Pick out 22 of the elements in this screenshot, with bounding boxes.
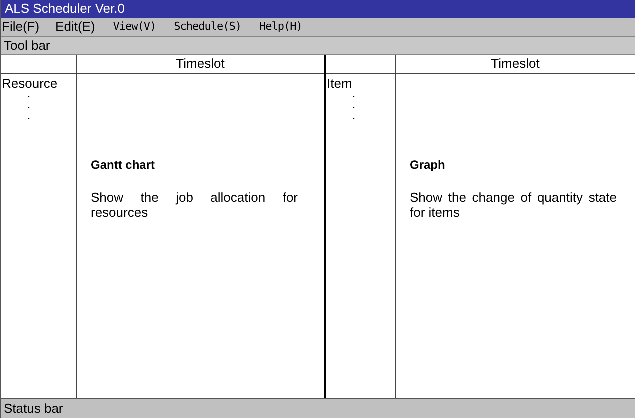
menu-item[interactable]: View(V) [111,18,156,36]
ellipsis-dot: · [351,91,357,102]
column-header: Timeslot [396,55,635,74]
row-label: Item [327,76,354,91]
pane-description: Show the job allocation for resources [91,190,298,220]
pane-title: Gantt chart [91,158,156,172]
ellipsis-dot: · [26,91,32,102]
ellipsis-dot: · [351,113,357,124]
ellipsis-dot: · [26,113,32,124]
window-title: ALS Scheduler Ver.0 [1,0,635,18]
pane-title: Graph [410,158,446,172]
menu-item[interactable]: File(F) [1,18,40,36]
menu-item[interactable]: Help(H) [258,18,302,36]
status-text: Status bar [4,401,64,416]
row-label: Resource [2,76,59,91]
menu-item[interactable]: Edit(E) [54,18,96,36]
toolbar-label: Tool bar [4,38,50,53]
pane-description: Show the change of quantity state for items [410,190,617,220]
column-header: Timeslot [77,55,324,74]
menu-item[interactable]: Schedule(S) [172,18,242,36]
ellipsis-dot: · [351,102,357,113]
ellipsis-dot: · [26,102,32,113]
